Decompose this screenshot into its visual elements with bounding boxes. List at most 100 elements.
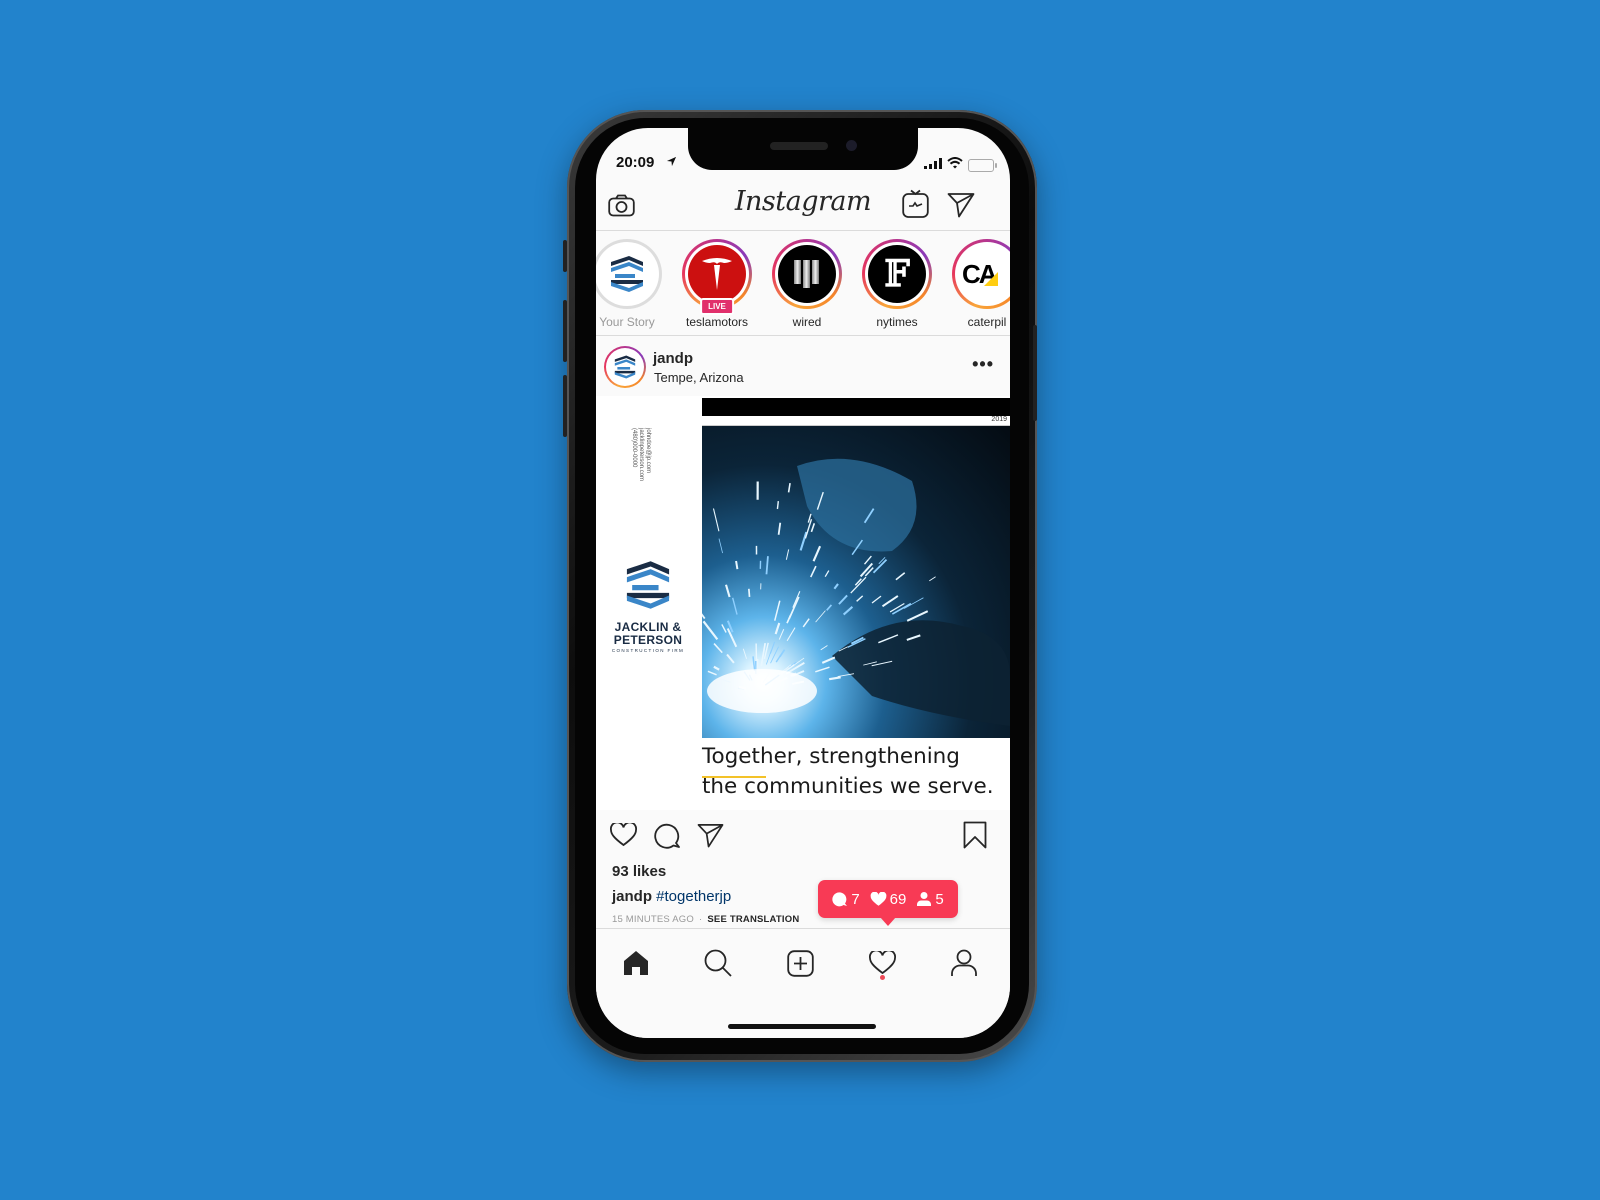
bookmark-icon[interactable] — [960, 820, 990, 850]
contact-phone: (480)000-0000 — [631, 428, 637, 468]
spark — [765, 556, 769, 575]
stories-tray: Your Story LIVE teslamotors wired � — [596, 231, 1010, 336]
activity-notification-dot — [880, 975, 885, 980]
spark — [903, 597, 924, 609]
heart-filled-icon — [870, 891, 886, 906]
nytimes-logo-avatar: 𝔽 — [868, 245, 926, 303]
brand-subtitle: CONSTRUCTION FIRM — [611, 648, 685, 653]
see-translation-link[interactable]: SEE TRANSLATION — [707, 914, 799, 925]
more-horizontal-icon[interactable]: ••• — [972, 354, 994, 375]
power-button — [1033, 325, 1037, 421]
jandp-logo-avatar — [598, 245, 656, 303]
spark — [774, 622, 781, 635]
spark — [815, 610, 826, 623]
image-top-strip — [702, 398, 1010, 416]
headline-accent-underline — [702, 776, 766, 778]
spark — [842, 606, 854, 616]
story-teslamotors[interactable]: LIVE teslamotors — [678, 239, 756, 329]
spark — [792, 591, 801, 608]
spark — [731, 597, 738, 615]
toast-comments: 7 — [832, 891, 860, 908]
activity-notification-toast[interactable]: 7 69 5 — [818, 880, 958, 926]
post-avatar[interactable] — [604, 346, 646, 388]
spark — [788, 596, 800, 619]
spark — [713, 643, 723, 654]
contact-email: johndoe@jp.com — [645, 428, 651, 474]
paper-plane-icon[interactable] — [946, 190, 976, 220]
story-your-story[interactable]: Your Story — [596, 239, 666, 329]
search-icon — [704, 949, 732, 977]
welding-helmet — [797, 458, 917, 552]
toast-likes: 69 — [870, 891, 906, 908]
story-label: Your Story — [599, 315, 655, 329]
spark — [850, 576, 867, 594]
spark — [713, 665, 720, 671]
cellular-signal-icon — [924, 156, 942, 174]
spark — [799, 531, 808, 551]
spark — [707, 670, 717, 676]
spark — [724, 584, 731, 598]
user-icon — [951, 949, 977, 976]
year-label: 2019 — [991, 416, 1007, 423]
spark — [776, 501, 780, 510]
building-logo-icon — [626, 561, 670, 609]
brand-logo: JACKLIN & PETERSON CONSTRUCTION FIRM — [606, 554, 690, 653]
wifi-icon — [947, 156, 963, 174]
spark — [787, 482, 791, 493]
story-wired[interactable]: wired — [768, 239, 846, 329]
contact-website: jacklinpeterson.com — [638, 428, 644, 482]
caterpillar-logo-avatar: CA — [958, 245, 1010, 303]
weld-glow — [707, 669, 817, 713]
brand-name-line2: PETERSON — [613, 633, 683, 647]
welding-photo — [702, 426, 1010, 738]
heart-icon[interactable] — [608, 820, 638, 850]
spark — [760, 642, 767, 667]
spark — [812, 545, 822, 562]
spark — [820, 645, 828, 651]
share-icon[interactable] — [695, 820, 725, 850]
post-actions — [596, 816, 1010, 856]
heart-icon — [868, 951, 896, 975]
spark — [742, 648, 747, 659]
tab-home[interactable] — [616, 943, 656, 983]
post-header: jandp Tempe, Arizona ••• — [596, 338, 1010, 396]
spark — [881, 595, 899, 608]
post-location[interactable]: Tempe, Arizona — [654, 370, 744, 385]
spark — [833, 583, 839, 590]
tab-new-post[interactable] — [780, 943, 820, 983]
battery-icon — [968, 158, 997, 172]
spark — [702, 613, 706, 620]
spark — [895, 572, 906, 581]
story-nytimes[interactable]: 𝔽 nytimes — [858, 239, 936, 329]
likes-count[interactable]: 93 likes — [612, 863, 666, 880]
tab-profile[interactable] — [944, 943, 984, 983]
volume-up-button — [563, 300, 567, 362]
post-image[interactable]: johndoe@jp.com jacklinpeterson.com (480)… — [596, 396, 1010, 810]
story-caterpillar[interactable]: CA caterpil — [948, 239, 1010, 329]
spark — [821, 656, 836, 664]
tab-search[interactable] — [698, 943, 738, 983]
igtv-icon[interactable] — [900, 188, 930, 220]
spark — [712, 508, 720, 532]
volume-down-button — [563, 375, 567, 437]
home-indicator[interactable] — [728, 1024, 876, 1029]
post-caption: jandp #togetherjp — [612, 888, 731, 905]
spark — [785, 549, 790, 560]
user-filled-icon — [917, 892, 932, 906]
spark — [769, 641, 776, 654]
spark — [815, 666, 830, 673]
post-username[interactable]: jandp — [653, 350, 693, 367]
status-time: 20:09 — [616, 154, 655, 171]
comment-icon[interactable] — [652, 820, 682, 850]
spark — [777, 522, 782, 535]
caption-hashtag[interactable]: #togetherjp — [656, 888, 731, 905]
caption-username[interactable]: jandp — [612, 888, 652, 905]
mute-switch — [563, 240, 567, 272]
spark — [778, 628, 785, 640]
spark — [863, 555, 872, 565]
top-bar: Instagram — [596, 178, 1010, 231]
spark — [810, 523, 816, 533]
wired-logo-avatar — [778, 245, 836, 303]
story-label: caterpil — [967, 315, 1007, 329]
spark — [718, 538, 723, 554]
